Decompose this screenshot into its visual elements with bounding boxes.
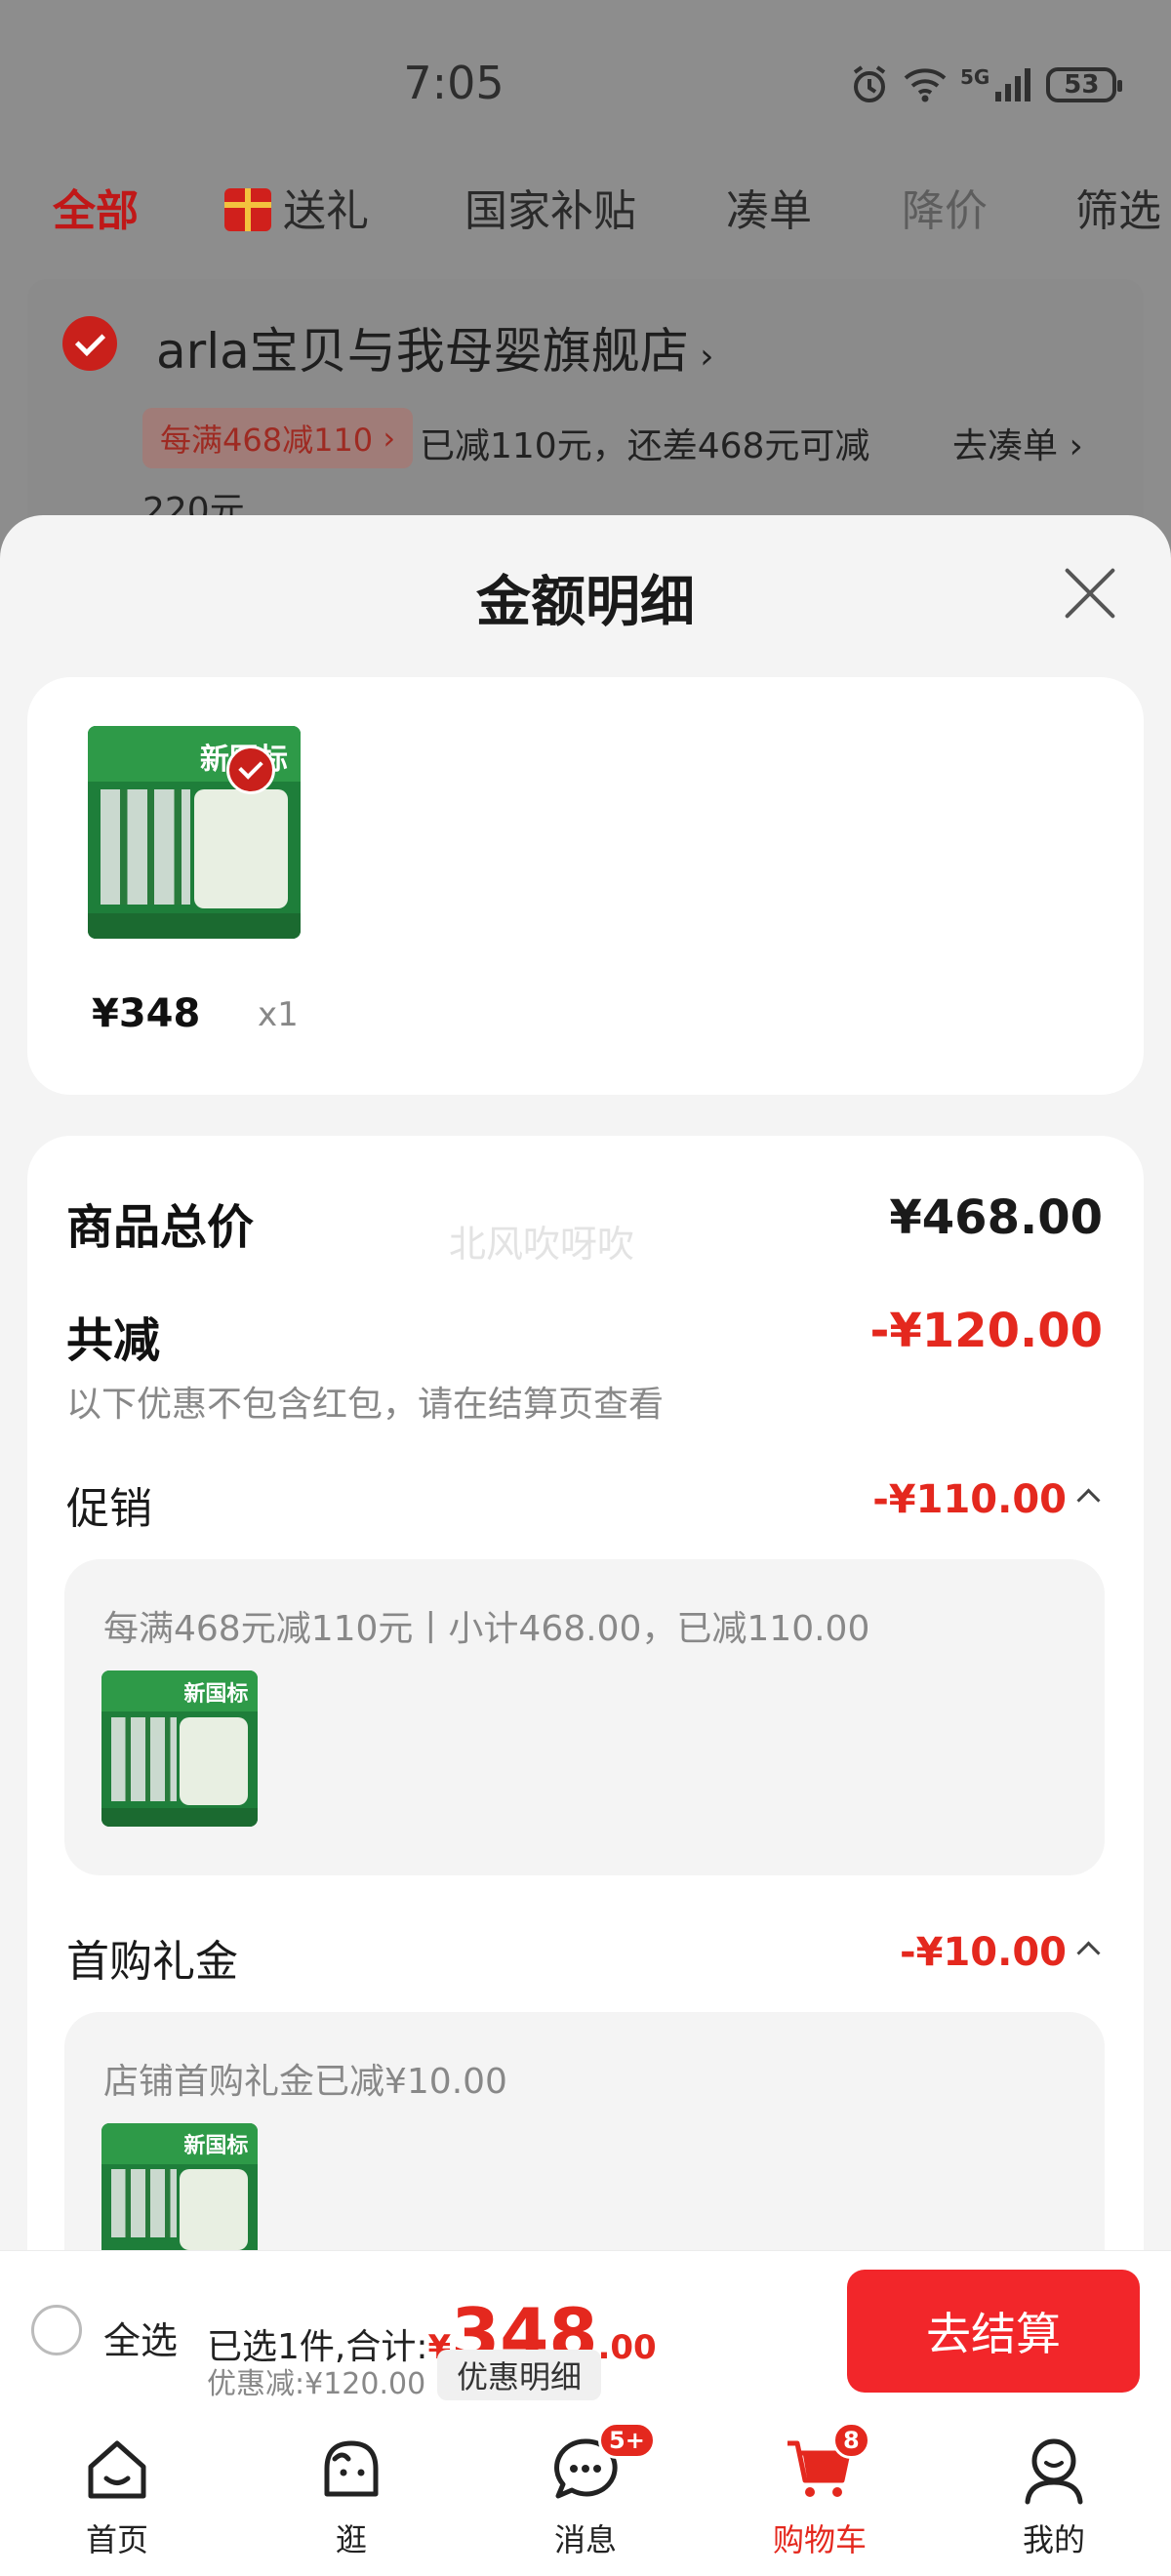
status-bar: 7:05 5G 53	[0, 0, 1171, 166]
tab-add-on[interactable]: 凑单	[726, 176, 812, 238]
sheet-title: 金额明细	[476, 571, 695, 634]
close-icon[interactable]	[1060, 564, 1118, 623]
message-icon: 5+	[549, 2422, 656, 2506]
home-icon	[81, 2434, 153, 2506]
tab-price-drop[interactable]: 降价	[902, 176, 988, 238]
store-name[interactable]: arla宝贝与我母婴旗舰店 ›	[156, 312, 714, 382]
first-purchase-detail-text: 店铺首购礼金已减¥10.00	[103, 2062, 507, 2102]
status-icons: 5G 53	[849, 60, 1123, 109]
nav-messages-label: 消息	[553, 2521, 617, 2558]
promotion-value: -¥110.00	[872, 1477, 1067, 1522]
nav-cart[interactable]: 8 购物车	[732, 2422, 908, 2560]
first-purchase-product-image[interactable]: 新国标	[101, 2123, 258, 2250]
product-selected-check-icon[interactable]	[226, 745, 275, 794]
message-badge: 5+	[598, 2422, 656, 2459]
select-all-label[interactable]: 全选	[103, 2311, 178, 2364]
watermark: 北风吹呀吹	[449, 1223, 635, 1266]
bottom-nav: 首页 逛 5+ 消息 8 购物车 我的	[0, 2414, 1171, 2576]
product-quantity: x1	[258, 995, 299, 1034]
tab-gift[interactable]: 送礼	[224, 176, 369, 238]
store-check-icon[interactable]	[62, 316, 117, 371]
cart-filter-tabs: 全部 送礼 国家补贴 凑单 降价 筛选	[0, 176, 1171, 254]
nav-home[interactable]: 首页	[29, 2434, 205, 2560]
nav-messages[interactable]: 5+ 消息	[498, 2422, 673, 2560]
nav-browse-label: 逛	[335, 2521, 367, 2558]
cart-badge: 8	[832, 2422, 870, 2459]
discount-text: 优惠减:¥120.00	[207, 2367, 426, 2401]
reduce-label: 共减	[66, 1313, 161, 1368]
tab-gift-label: 送礼	[283, 186, 369, 236]
wifi-icon	[904, 68, 947, 102]
total-price-value: ¥468.00	[889, 1190, 1103, 1245]
tab-filter[interactable]: 筛选	[1075, 176, 1161, 238]
add-on-link[interactable]: 去凑单 ›	[952, 418, 1083, 468]
reduce-note: 以下优惠不包含红包，请在结算页查看	[66, 1385, 665, 1425]
discount-detail-button[interactable]: 优惠明细	[437, 2350, 602, 2400]
tab-all[interactable]: 全部	[53, 176, 139, 238]
nav-browse[interactable]: 逛	[263, 2434, 439, 2560]
first-purchase-label: 首购礼金	[66, 1937, 238, 1987]
promotion-toggle[interactable]: -¥110.00	[872, 1477, 1101, 1522]
promotion-label: 促销	[66, 1484, 152, 1534]
nav-profile-label: 我的	[1022, 2521, 1085, 2558]
gift-icon	[224, 188, 271, 231]
cart-icon: 8	[784, 2422, 870, 2506]
product-price: ¥348	[92, 991, 201, 1036]
promo-progress-text: 已减110元，还差468元可减	[420, 426, 870, 466]
profile-icon	[1018, 2434, 1090, 2506]
browse-icon	[315, 2434, 387, 2506]
promotion-detail-text: 每满468元减110元丨小计468.00，已减110.00	[103, 1609, 870, 1649]
promotion-product-image[interactable]: 新国标	[101, 1670, 258, 1827]
chevron-up-icon	[1076, 1487, 1101, 1512]
alarm-icon	[853, 65, 886, 102]
total-decimal: .00	[597, 2328, 657, 2367]
select-all-radio[interactable]	[31, 2305, 82, 2355]
signal-icon	[995, 68, 1031, 101]
reduce-value: -¥120.00	[869, 1304, 1103, 1358]
first-purchase-value: -¥10.00	[900, 1930, 1067, 1975]
battery-icon: 53	[1046, 67, 1123, 102]
nav-home-label: 首页	[85, 2521, 148, 2558]
chevron-up-icon	[1076, 1940, 1101, 1965]
promo-tag[interactable]: 每满468减110 ›	[142, 408, 414, 468]
network-label: 5G	[960, 65, 990, 89]
nav-cart-label: 购物车	[772, 2521, 867, 2558]
first-purchase-toggle[interactable]: -¥10.00	[900, 1930, 1101, 1975]
checkout-button[interactable]: 去结算	[847, 2270, 1140, 2393]
nav-profile[interactable]: 我的	[966, 2434, 1142, 2560]
total-price-label: 商品总价	[66, 1200, 255, 1255]
status-time: 7:05	[403, 57, 505, 109]
tab-subsidy[interactable]: 国家补贴	[464, 176, 636, 238]
